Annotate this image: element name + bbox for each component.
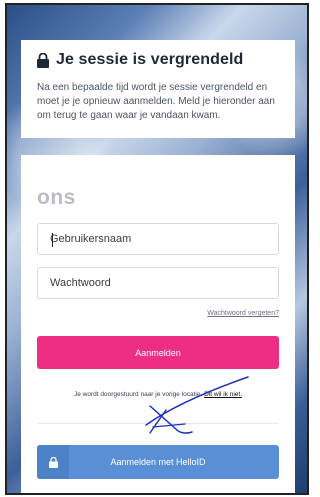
lock-icon [37,52,49,68]
login-button[interactable]: Aanmelden [37,336,279,369]
notice-header: Je sessie is vergrendeld [37,51,279,69]
session-locked-notice: Je sessie is vergrendeld Na een bepaalde… [21,40,295,138]
redirect-text: Je wordt doorgestuurd naar je vorige loc… [73,391,203,398]
helloid-label: Aanmelden met HelloID [110,457,206,467]
username-input[interactable] [50,233,266,245]
divider [37,423,279,424]
decline-redirect-link[interactable]: Dit wil ik niet. [204,391,242,398]
password-field[interactable] [37,267,279,299]
notice-description: Na een bepaalde tijd wordt je sessie ver… [37,82,275,121]
helloid-login-button[interactable]: Aanmelden met HelloID [37,445,279,479]
redirect-notice: Je wordt doorgestuurd naar je vorige loc… [37,391,279,398]
lock-icon [48,456,58,468]
background-frame: Je sessie is vergrendeld Na een bepaalde… [5,3,309,495]
text-cursor [52,233,53,247]
ons-logo: ons [37,186,76,209]
login-card: ons Wachtwoord vergeten? Aanmelden Je wo… [21,155,295,493]
notice-title: Je sessie is vergrendeld [56,51,244,68]
forgot-password-link[interactable]: Wachtwoord vergeten? [207,310,279,317]
password-input[interactable] [50,277,266,289]
helloid-lock-badge [37,445,69,479]
username-field[interactable] [37,223,279,255]
